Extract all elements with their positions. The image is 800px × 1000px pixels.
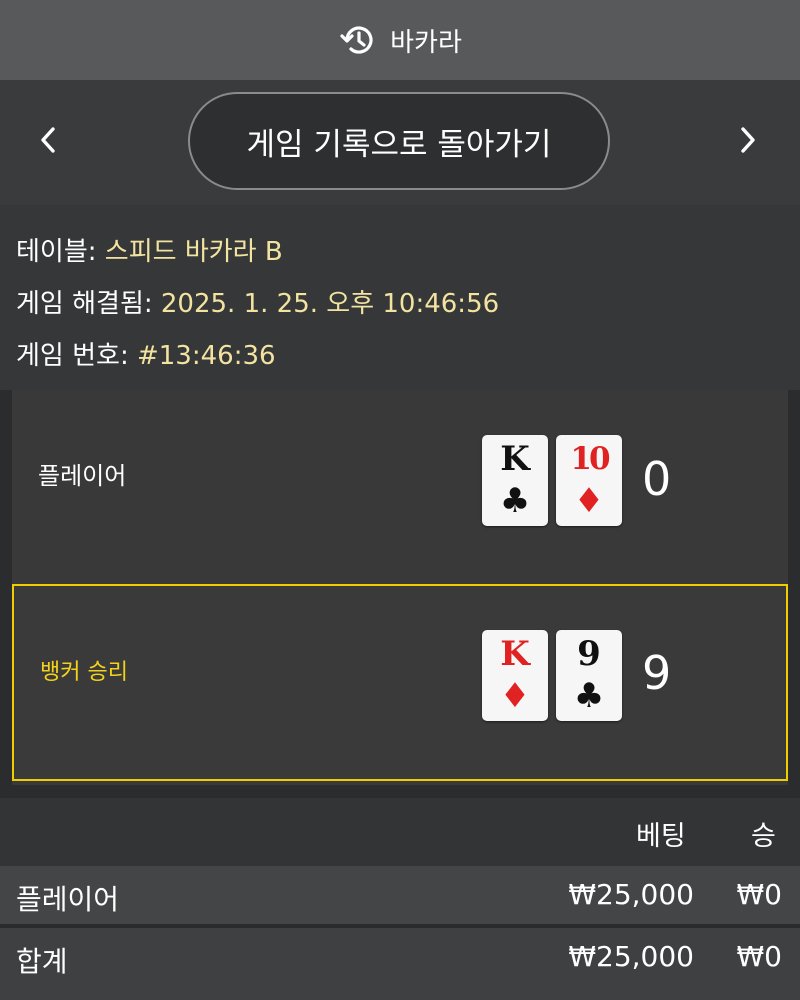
- card-rank: K: [500, 439, 530, 479]
- win-column-header: 승: [751, 821, 776, 852]
- page-title: 바카라: [390, 27, 462, 58]
- game-results: 플레이어 K ♣ 10 ♦ 0 뱅커 승리 K ♦ 9 ♣ 9: [12, 390, 788, 785]
- game-nav: 게임 기록으로 돌아가기: [0, 80, 800, 205]
- game-number-value: #13:46:36: [136, 341, 276, 371]
- bet-amount: ₩25,000: [568, 878, 694, 911]
- chevron-right-icon: [741, 127, 755, 153]
- card-rank: 9: [577, 634, 601, 674]
- banker-win-label: 뱅커 승리: [40, 660, 128, 685]
- table-value: 스피드 바카라 B: [104, 237, 283, 267]
- title-group: 바카라: [338, 21, 462, 59]
- history-icon[interactable]: [338, 21, 376, 59]
- game-number-info: 게임 번호: #13:46:36: [16, 335, 276, 372]
- diamond-icon: ♦: [499, 676, 531, 716]
- table-label: 테이블:: [16, 237, 105, 267]
- club-icon: ♣: [573, 676, 605, 716]
- banker-card-1: K ♦: [482, 630, 548, 721]
- bet-row-label: 플레이어: [16, 883, 120, 916]
- back-to-history-button[interactable]: 게임 기록으로 돌아가기: [188, 92, 610, 190]
- banker-hand: 뱅커 승리 K ♦ 9 ♣ 9: [12, 584, 788, 781]
- card-rank: K: [500, 634, 530, 674]
- total-bet-amount: ₩25,000: [568, 940, 694, 973]
- card-rank: 10: [570, 441, 610, 477]
- win-amount: ₩0: [736, 878, 783, 911]
- total-win-amount: ₩0: [736, 940, 783, 973]
- banker-score: 9: [642, 646, 672, 700]
- bet-row-total: 합계 ₩25,000 ₩0: [0, 928, 800, 1000]
- resolved-value: 2025. 1. 25. 오후 10:46:56: [160, 289, 500, 319]
- title-bar: 바카라: [0, 0, 800, 80]
- bet-column-header: 베팅: [636, 821, 686, 852]
- total-label: 합계: [16, 945, 68, 978]
- game-info: 테이블: 스피드 바카라 B 게임 해결됨: 2025. 1. 25. 오후 1…: [0, 205, 800, 390]
- next-game-button[interactable]: [728, 118, 768, 162]
- banker-card-2: 9 ♣: [556, 630, 622, 721]
- chevron-left-icon: [41, 127, 55, 153]
- player-hand-label: 플레이어: [38, 462, 127, 490]
- resolved-info: 게임 해결됨: 2025. 1. 25. 오후 10:46:56: [16, 283, 499, 320]
- diamond-icon: ♦: [573, 481, 605, 521]
- bets-table-header: 베팅 승: [0, 798, 800, 866]
- game-number-label: 게임 번호:: [16, 341, 137, 371]
- player-hand: 플레이어 K ♣ 10 ♦ 0: [12, 390, 788, 580]
- player-card-1: K ♣: [482, 435, 548, 526]
- table-info: 테이블: 스피드 바카라 B: [16, 231, 283, 268]
- player-score: 0: [642, 452, 672, 506]
- player-card-2: 10 ♦: [556, 435, 622, 526]
- previous-game-button[interactable]: [28, 118, 68, 162]
- resolved-label: 게임 해결됨:: [16, 289, 161, 319]
- bet-row-player: 플레이어 ₩25,000 ₩0: [0, 866, 800, 924]
- club-icon: ♣: [499, 481, 531, 521]
